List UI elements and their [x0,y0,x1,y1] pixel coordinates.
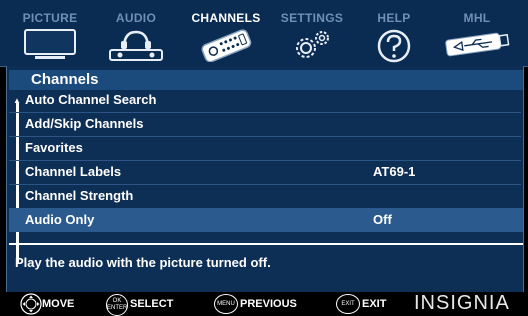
help-divider [9,243,523,245]
menu-item-label: Favorites [25,140,83,155]
guide-previous: MENU PREVIOUS [214,292,298,316]
menu-item-channel-strength[interactable]: Channel Strength [9,184,523,208]
menu-button-icon: MENU [214,294,238,314]
menu-tab-bar: PICTURE AUDIO CHANNELS SETTINGS HELP MHL [0,0,528,67]
dpad-icon [20,293,42,315]
tab-settings[interactable]: SETTINGS [274,0,350,66]
panel-title-bar: Channels [9,70,523,90]
tab-channels-label: CHANNELS [191,11,261,25]
channel-labels-value: AT69-1 [373,164,416,179]
question-icon [377,29,411,63]
menu-item-channel-labels[interactable]: Channel Labels AT69-1 [9,160,523,184]
remote-icon [201,29,252,62]
tab-picture[interactable]: PICTURE [12,0,88,66]
tv-menu-screen: PICTURE AUDIO CHANNELS SETTINGS HELP MHL… [0,0,528,316]
menu-item-label: Audio Only [25,212,95,227]
menu-item-label: Channel Strength [25,188,134,203]
tab-audio-label: AUDIO [115,11,157,25]
tab-audio[interactable]: AUDIO [98,0,174,66]
tv-icon [24,29,76,59]
ok-enter-button-icon: OK ENTER [106,294,128,316]
menu-item-label: Add/Skip Channels [25,116,144,131]
usb-stick-icon [445,32,510,57]
guide-select: OK ENTER SELECT [106,292,180,316]
select-label: SELECT [130,298,174,310]
menu-item-label: Auto Channel Search [25,92,157,107]
exit-button-icon: EXIT [336,294,360,314]
channels-panel: Channels ▲ ▼ Auto Channel Search Add/Ski… [6,66,524,293]
audio-only-value: Off [373,212,392,227]
exit-label: EXIT [362,298,387,310]
tab-mhl[interactable]: MHL [436,0,518,66]
tab-help-label: HELP [377,11,411,25]
tab-mhl-label: MHL [463,11,491,25]
gears-icon [296,31,329,58]
tab-picture-label: PICTURE [22,11,78,25]
guide-exit: EXIT EXIT [336,292,396,316]
enter-text: ENTER [107,305,128,311]
menu-item-label: Channel Labels [25,164,122,179]
menu-item-audio-only[interactable]: Audio Only Off [9,208,523,232]
ok-text: OK [112,298,122,304]
panel-title: Channels [31,71,99,88]
tab-settings-label: SETTINGS [280,11,344,25]
move-label: MOVE [42,298,75,310]
insignia-logo: INSIGNIA [414,292,510,314]
menu-item-add-skip-channels[interactable]: Add/Skip Channels [9,112,523,136]
help-text: Play the audio with the picture turned o… [15,255,271,270]
button-guide-bar: MOVE OK ENTER SELECT MENU PREVIOUS EXIT … [0,292,528,316]
menu-item-auto-channel-search[interactable]: Auto Channel Search [9,88,523,112]
tab-channels[interactable]: CHANNELS [186,0,266,66]
headphones-icon [109,30,163,61]
previous-label: PREVIOUS [240,298,297,310]
tab-help[interactable]: HELP [358,0,430,66]
menu-item-favorites[interactable]: Favorites [9,136,523,160]
guide-move: MOVE [20,292,80,316]
